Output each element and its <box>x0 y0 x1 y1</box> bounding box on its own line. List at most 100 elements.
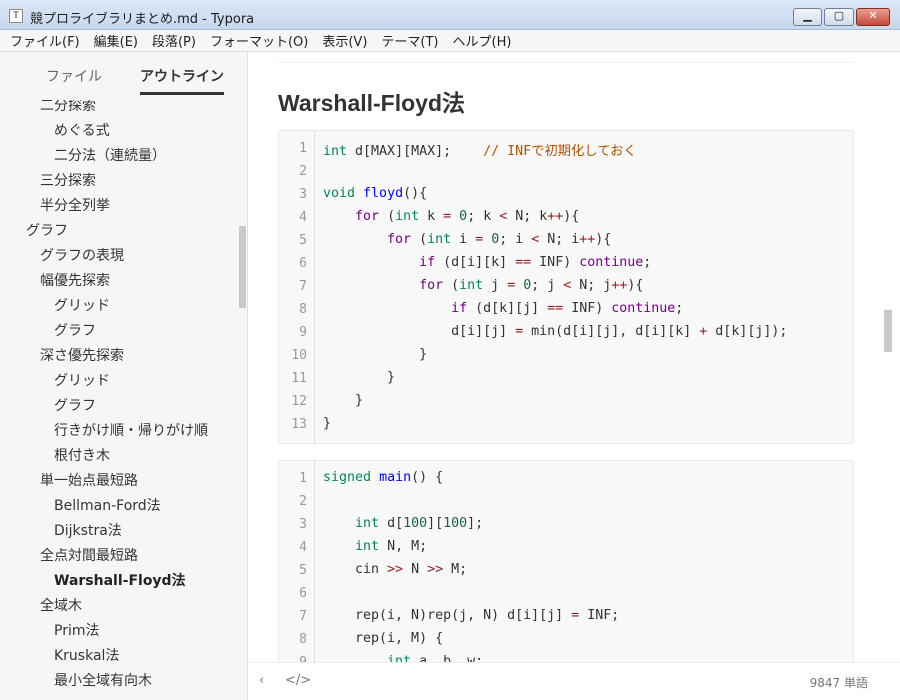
line-number: 9 <box>299 655 307 662</box>
code-token: floyd <box>363 186 404 201</box>
sidebar: ファイル アウトライン 二分探索めぐる式二分法（連続量） 三分探索半分全列挙グラフ… <box>0 52 248 700</box>
menu-help[interactable]: ヘルプ(H) <box>453 31 512 50</box>
line-number: 6 <box>299 256 307 271</box>
minimize-button[interactable]: ▁ <box>793 8 822 26</box>
source-code-icon[interactable]: </> <box>285 673 311 688</box>
line-number: 10 <box>291 348 307 363</box>
outline-item[interactable]: めぐる式 <box>54 120 110 140</box>
code-token: ]; <box>467 516 484 531</box>
close-button[interactable]: ✕ <box>856 8 890 26</box>
status-bar: ‹ </> 9847 単語 <box>249 662 900 700</box>
menu-theme[interactable]: テーマ(T) <box>381 31 438 50</box>
code-line: rep(i, N)rep(j, N) d[i][j] = INF; <box>323 608 619 623</box>
code-token: } <box>323 370 396 385</box>
outline-item-active[interactable]: Warshall-Floyd法 <box>54 570 186 590</box>
code-token: >> <box>387 562 404 577</box>
menu-format[interactable]: フォーマット(O) <box>210 31 308 50</box>
outline-item[interactable]: 根付き木 <box>54 445 110 465</box>
typora-app-icon: T <box>9 9 23 23</box>
outline-item[interactable]: グラフ <box>54 395 96 415</box>
outline-item[interactable]: 二分探索 <box>40 100 96 115</box>
outline-item[interactable]: グラフの表現 <box>40 245 124 265</box>
code-token: // INFで初期化しておく <box>483 144 637 159</box>
outline-item[interactable]: グリッド <box>54 295 110 315</box>
menu-edit[interactable]: 編集(E) <box>94 31 138 50</box>
maximize-button[interactable]: ▢ <box>824 8 854 26</box>
code-token: N; k <box>507 209 548 224</box>
code-line: if (d[k][j] == INF) continue; <box>323 301 683 316</box>
code-token: ][ <box>427 516 444 531</box>
editor-scrollbar[interactable] <box>884 310 892 352</box>
code-line: signed main() { <box>323 470 443 485</box>
outline-item[interactable]: グラフ <box>26 220 68 240</box>
outline-item[interactable]: 三分探索 <box>40 170 96 190</box>
outline-item[interactable]: 二分法（連続量） <box>54 145 166 165</box>
tab-files[interactable]: ファイル <box>46 66 102 86</box>
code-token: ){ <box>563 209 580 224</box>
code-token: 100 <box>403 516 428 531</box>
code-line: void floyd(){ <box>323 186 427 201</box>
code-token: if <box>451 301 468 316</box>
outline-item[interactable]: 深さ優先探索 <box>40 345 124 365</box>
code-token: = <box>475 232 484 247</box>
code-token: >> <box>427 562 444 577</box>
code-token: M; <box>443 562 468 577</box>
code-token: ++ <box>611 278 628 293</box>
code-token: int <box>395 209 420 224</box>
line-number: 7 <box>299 279 307 294</box>
chevron-left-icon[interactable]: ‹ <box>259 673 264 688</box>
code-token: ( <box>379 209 396 224</box>
code-token: ){ <box>595 232 612 247</box>
outline-item[interactable]: 単一始点最短路 <box>40 470 138 490</box>
title-bar: T 競プロライブラリまとめ.md - Typora ▁ ▢ ✕ <box>0 0 900 30</box>
code-token: N <box>403 562 428 577</box>
code-token: j <box>483 278 508 293</box>
code-block[interactable]: 123456789 signed main() { int d[100][100… <box>278 460 854 662</box>
code-token: k <box>419 209 444 224</box>
outline-item[interactable]: Bellman-Ford法 <box>54 495 161 515</box>
outline-list: 二分探索 めぐる式 二分法（連続量） 三分探索 半分全列挙 グラフ グラフの表現 幅優先探索グ… <box>0 100 238 700</box>
code-token: == <box>515 255 532 270</box>
outline-item[interactable]: 全域木 <box>40 595 82 615</box>
line-number: 1 <box>299 471 307 486</box>
code-token: 100 <box>443 516 468 531</box>
line-number: 7 <box>299 609 307 624</box>
outline-item[interactable]: Dijkstra法 <box>54 520 122 540</box>
code-line: for (int k = 0; k < N; k++){ <box>323 209 579 224</box>
line-number: 1 <box>299 141 307 156</box>
line-number: 8 <box>299 632 307 647</box>
menu-paragraph[interactable]: 段落(P) <box>152 31 196 50</box>
outline-item[interactable]: Kruskal法 <box>54 645 119 665</box>
outline-item[interactable]: 最小全域有向木 <box>54 670 152 690</box>
code-token: = <box>515 324 524 339</box>
outline-item[interactable]: 半分全列挙 <box>40 195 110 215</box>
sidebar-scrollbar[interactable] <box>239 226 246 308</box>
code-token: ; i <box>499 232 532 247</box>
outline-item[interactable]: グラフ <box>54 320 96 340</box>
code-token: min(d[i][j], d[i][k] <box>523 324 700 339</box>
code-line: } <box>323 347 427 362</box>
code-token: N; i <box>539 232 580 247</box>
code-line: int d[100][100]; <box>323 516 483 531</box>
code-token: continue <box>579 255 644 270</box>
code-token: void <box>323 186 356 201</box>
outline-item[interactable]: Prim法 <box>54 620 99 640</box>
menu-file[interactable]: ファイル(F) <box>10 31 80 50</box>
code-line: int N, M; <box>323 539 427 554</box>
outline-item[interactable]: 全点対間最短路 <box>40 545 138 565</box>
outline-item[interactable]: グリッド <box>54 370 110 390</box>
code-token: int <box>355 516 380 531</box>
outline-item[interactable]: 幅優先探索 <box>40 270 110 290</box>
code-token: d[i][j] <box>323 324 516 339</box>
code-token: N; j <box>571 278 612 293</box>
tab-outline[interactable]: アウトライン <box>140 66 224 95</box>
outline-item[interactable]: 行きがけ順・帰りがけ順 <box>54 420 208 440</box>
word-count[interactable]: 9847 単語 <box>810 674 868 691</box>
code-token: ++ <box>579 232 596 247</box>
code-block[interactable]: 1 2 3 4 5 6 7 8 9 10 11 12 13 int d[MAX][MAX]; // IN… <box>278 130 854 444</box>
editor[interactable]: Warshall-Floyd法 1 2 3 4 5 6 7 8 9 10 11 12 13 int d[… <box>249 52 900 662</box>
menu-view[interactable]: 表示(V) <box>322 31 367 50</box>
line-number-gutter: 1 2 3 4 5 6 7 8 9 <box>279 461 315 662</box>
